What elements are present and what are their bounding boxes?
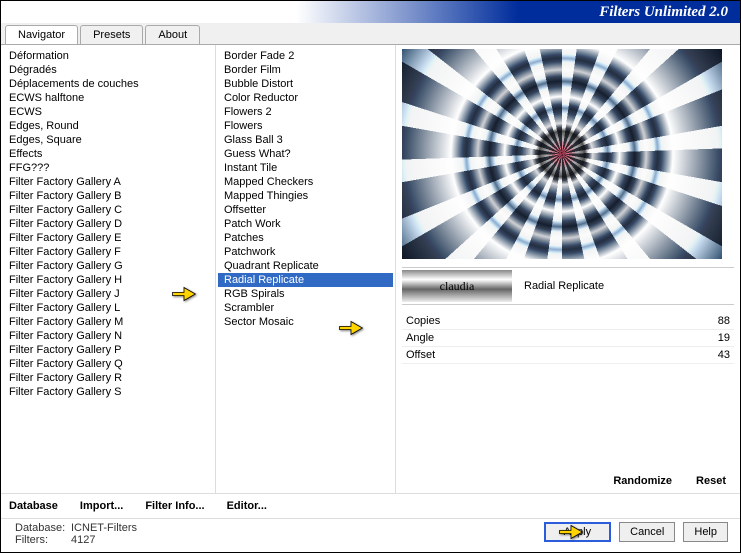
list-item[interactable]: Filter Factory Gallery N [3,329,213,343]
list-item[interactable]: Bubble Distort [218,77,393,91]
list-item[interactable]: Edges, Square [3,133,213,147]
list-item[interactable]: Quadrant Replicate [218,259,393,273]
list-item[interactable]: Filter Factory Gallery R [3,371,213,385]
list-item[interactable]: Offsetter [218,203,393,217]
list-item[interactable]: Filter Factory Gallery C [3,203,213,217]
category-column: DéformationDégradésDéplacements de couch… [1,45,216,493]
list-item[interactable]: Filter Factory Gallery S [3,385,213,399]
param-value: 88 [718,315,730,327]
list-item[interactable]: Filter Factory Gallery F [3,245,213,259]
app-title: Filters Unlimited 2.0 [599,4,728,21]
help-button[interactable]: Help [683,522,728,542]
list-item[interactable]: Filter Factory Gallery P [3,343,213,357]
list-item[interactable]: Scrambler [218,301,393,315]
param-value: 19 [718,332,730,344]
list-item[interactable]: Guess What? [218,147,393,161]
status-filters-label: Filters: [15,534,71,546]
param-row[interactable]: Copies 88 [402,313,734,330]
list-item[interactable]: Instant Tile [218,161,393,175]
dialog-buttons: Apply Cancel Help [540,516,732,548]
main: DéformationDégradésDéplacements de couch… [1,45,740,493]
status-db-label: Database: [15,522,71,534]
list-item[interactable]: Filter Factory Gallery H [3,273,213,287]
list-item[interactable]: Filter Factory Gallery M [3,315,213,329]
filter-column: Border Fade 2Border FilmBubble DistortCo… [216,45,396,493]
list-item[interactable]: Filter Factory Gallery L [3,301,213,315]
watermark: claudia [402,270,512,302]
filter-info-button[interactable]: Filter Info... [145,500,204,512]
apply-button[interactable]: Apply [544,522,612,542]
list-item[interactable]: Color Reductor [218,91,393,105]
filter-name-row: claudia Radial Replicate [402,267,734,305]
current-filter-name: Radial Replicate [512,280,604,292]
right-actions: Randomize Reset [402,469,734,493]
tab-navigator[interactable]: Navigator [5,25,78,44]
list-item[interactable]: Sector Mosaic [218,315,393,329]
list-item[interactable]: Glass Ball 3 [218,133,393,147]
database-button[interactable]: Database [9,500,58,512]
list-item[interactable]: Filter Factory Gallery D [3,217,213,231]
reset-button[interactable]: Reset [696,475,726,487]
list-item[interactable]: Patch Work [218,217,393,231]
status-filters-value: 4127 [71,534,95,546]
list-item[interactable]: Mapped Thingies [218,189,393,203]
randomize-button[interactable]: Randomize [613,475,672,487]
list-item[interactable]: Filter Factory Gallery B [3,189,213,203]
list-item[interactable]: Edges, Round [3,119,213,133]
tab-bar: Navigator Presets About [1,23,740,45]
preview-image [402,49,722,259]
param-row[interactable]: Offset 43 [402,347,734,364]
status-db-value: ICNET-Filters [71,522,137,534]
list-item[interactable]: Mapped Checkers [218,175,393,189]
list-item[interactable]: FFG??? [3,161,213,175]
preview-column: claudia Radial Replicate Copies 88 Angle 19… [396,45,740,493]
list-item[interactable]: Patches [218,231,393,245]
list-item[interactable]: Filter Factory Gallery J [3,287,213,301]
list-item[interactable]: ECWS halftone [3,91,213,105]
list-item[interactable]: Filter Factory Gallery E [3,231,213,245]
editor-button[interactable]: Editor... [227,500,267,512]
cancel-button[interactable]: Cancel [619,522,675,542]
list-item[interactable]: Filter Factory Gallery G [3,259,213,273]
param-value: 43 [718,349,730,361]
list-item[interactable]: Effects [3,147,213,161]
list-item[interactable]: Border Film [218,63,393,77]
list-item[interactable]: Déplacements de couches [3,77,213,91]
filter-list[interactable]: Border Fade 2Border FilmBubble DistortCo… [216,45,395,493]
list-item[interactable]: Filter Factory Gallery Q [3,357,213,371]
header: Filters Unlimited 2.0 [1,1,740,23]
tab-presets[interactable]: Presets [80,25,143,44]
tab-about[interactable]: About [145,25,200,44]
import-button[interactable]: Import... [80,500,123,512]
param-name: Angle [406,332,434,344]
list-item[interactable]: Radial Replicate [218,273,393,287]
list-item[interactable]: Déformation [3,49,213,63]
list-item[interactable]: RGB Spirals [218,287,393,301]
param-row[interactable]: Angle 19 [402,330,734,347]
category-list[interactable]: DéformationDégradésDéplacements de couch… [1,45,215,493]
list-item[interactable]: Border Fade 2 [218,49,393,63]
list-item[interactable]: ECWS [3,105,213,119]
list-item[interactable]: Flowers [218,119,393,133]
param-name: Copies [406,315,440,327]
parameter-list: Copies 88 Angle 19 Offset 43 [402,313,734,469]
list-item[interactable]: Flowers 2 [218,105,393,119]
status-bar: Database: ICNET-Filters Filters: 4127 [9,520,143,548]
list-item[interactable]: Patchwork [218,245,393,259]
list-item[interactable]: Dégradés [3,63,213,77]
param-name: Offset [406,349,435,361]
footer: Database: ICNET-Filters Filters: 4127 Ap… [1,516,740,548]
list-item[interactable]: Filter Factory Gallery A [3,175,213,189]
